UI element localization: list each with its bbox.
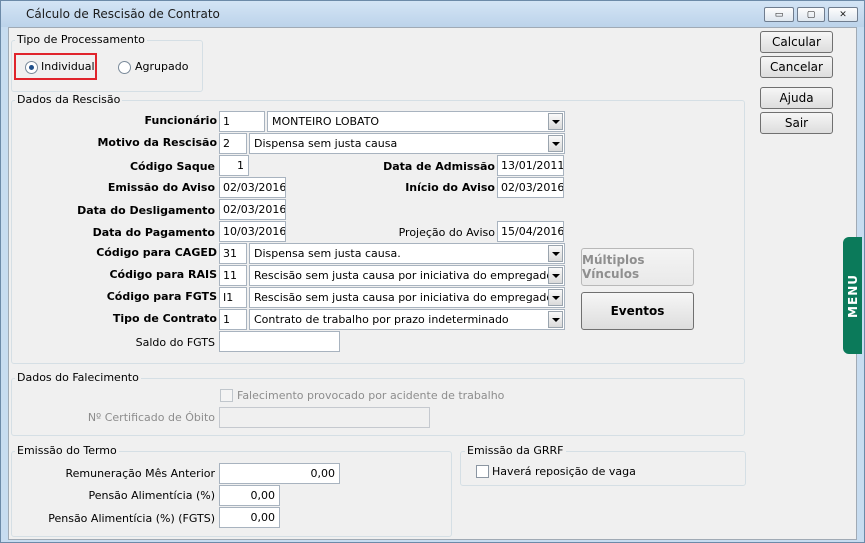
caged-label: Código para CAGED (96, 246, 217, 259)
agrupado-label[interactable]: Agrupado (135, 60, 188, 73)
motivo-combo[interactable]: Dispensa sem justa causa (249, 133, 565, 154)
menu-side-tab[interactable]: MENU (843, 237, 862, 354)
fgts-combo[interactable]: Rescisão sem justa causa por iniciativa … (249, 287, 565, 308)
motivo-code-field[interactable]: 2 (219, 133, 247, 154)
chevron-down-icon[interactable] (548, 245, 563, 262)
sair-button[interactable]: Sair (760, 112, 833, 134)
individual-radio[interactable] (25, 61, 38, 74)
tipo-contrato-code-field[interactable]: 1 (219, 309, 247, 330)
funcionario-label: Funcionário (144, 114, 217, 127)
termo-legend: Emissão do Termo (15, 444, 119, 457)
chevron-down-icon[interactable] (548, 267, 563, 284)
emissao-aviso-field[interactable]: 02/03/2016 (219, 177, 286, 198)
pensao-fgts-field[interactable]: 0,00 (219, 507, 280, 528)
saldo-fgts-label: Saldo do FGTS (135, 336, 215, 349)
funcionario-code-field[interactable]: 1 (219, 111, 265, 132)
acidente-checkbox[interactable] (220, 389, 233, 402)
individual-label[interactable]: Individual (41, 60, 95, 73)
pensao-fgts-label: Pensão Alimentícia (%) (FGTS) (48, 512, 215, 525)
codigo-saque-label: Código Saque (129, 160, 215, 173)
rescisao-legend: Dados da Rescisão (15, 93, 123, 106)
tipo-contrato-label: Tipo de Contrato (112, 312, 217, 325)
caged-code-field[interactable]: 31 (219, 243, 247, 264)
chevron-down-icon[interactable] (548, 113, 563, 130)
cancelar-button[interactable]: Cancelar (760, 56, 833, 78)
close-button[interactable]: ✕ (828, 7, 858, 22)
rais-code-field[interactable]: 11 (219, 265, 247, 286)
rais-label: Código para RAIS (109, 268, 217, 281)
reposicao-checkbox[interactable] (476, 465, 489, 478)
calcular-button[interactable]: Calcular (760, 31, 833, 53)
data-desligamento-label: Data do Desligamento (77, 204, 215, 217)
motivo-value: Dispensa sem justa causa (254, 137, 398, 150)
pensao-label: Pensão Alimentícia (%) (88, 489, 215, 502)
minimize-button[interactable]: ▭ (764, 7, 794, 22)
reposicao-label[interactable]: Haverá reposição de vaga (492, 465, 636, 478)
data-pagamento-label: Data do Pagamento (92, 226, 215, 239)
maximize-icon: ▢ (806, 9, 816, 20)
codigo-saque-field[interactable]: 1 (219, 155, 249, 176)
close-icon: ✕ (839, 9, 847, 20)
saldo-fgts-field[interactable] (219, 331, 340, 352)
remuneracao-field[interactable]: 0,00 (219, 463, 340, 484)
data-admissao-field[interactable]: 13/01/2011 (497, 155, 564, 176)
processamento-legend: Tipo de Processamento (15, 33, 147, 46)
agrupado-radio[interactable] (118, 61, 131, 74)
minimize-icon: ▭ (774, 9, 784, 20)
caged-value: Dispensa sem justa causa. (254, 247, 401, 260)
pensao-field[interactable]: 0,00 (219, 485, 280, 506)
window-title: Cálculo de Rescisão de Contrato (26, 7, 220, 21)
fgts-label: Código para FGTS (106, 290, 217, 303)
title-bar[interactable]: Cálculo de Rescisão de Contrato ▭ ▢ ✕ (1, 1, 864, 27)
chevron-down-icon[interactable] (548, 289, 563, 306)
chevron-down-icon[interactable] (548, 135, 563, 152)
data-admissao-label: Data de Admissão (383, 160, 495, 173)
eventos-button[interactable]: Eventos (581, 292, 694, 330)
chevron-down-icon[interactable] (548, 311, 563, 328)
menu-tab-label: MENU (845, 273, 860, 318)
rais-value: Rescisão sem justa causa por iniciativa … (254, 269, 561, 282)
projecao-aviso-field[interactable]: 15/04/2016 (497, 221, 564, 242)
certificado-label: Nº Certificado de Óbito (87, 411, 215, 424)
projecao-aviso-label: Projeção do Aviso (398, 226, 495, 239)
data-pagamento-field[interactable]: 10/03/2016 (219, 221, 286, 242)
maximize-button[interactable]: ▢ (797, 7, 825, 22)
acidente-label: Falecimento provocado por acidente de tr… (237, 389, 505, 402)
certificado-field[interactable] (219, 407, 430, 428)
fgts-value: Rescisão sem justa causa por iniciativa … (254, 291, 561, 304)
funcionario-name-combo[interactable]: MONTEIRO LOBATO (267, 111, 565, 132)
motivo-label: Motivo da Rescisão (97, 136, 217, 149)
funcionario-name-value: MONTEIRO LOBATO (272, 115, 380, 128)
ajuda-button[interactable]: Ajuda (760, 87, 833, 109)
rais-combo[interactable]: Rescisão sem justa causa por iniciativa … (249, 265, 565, 286)
fgts-code-field[interactable]: I1 (219, 287, 247, 308)
multiplos-vinculos-button[interactable]: Múltiplos Vínculos (581, 248, 694, 286)
inicio-aviso-field[interactable]: 02/03/2016 (497, 177, 564, 198)
inicio-aviso-label: Início do Aviso (405, 181, 495, 194)
remuneracao-label: Remuneração Mês Anterior (65, 467, 215, 480)
data-desligamento-field[interactable]: 02/03/2016 (219, 199, 286, 220)
falecimento-legend: Dados do Falecimento (15, 371, 141, 384)
tipo-contrato-combo[interactable]: Contrato de trabalho por prazo indetermi… (249, 309, 565, 330)
tipo-contrato-value: Contrato de trabalho por prazo indetermi… (254, 313, 509, 326)
grrf-legend: Emissão da GRRF (465, 444, 566, 457)
caged-combo[interactable]: Dispensa sem justa causa. (249, 243, 565, 264)
emissao-aviso-label: Emissão do Aviso (107, 181, 215, 194)
